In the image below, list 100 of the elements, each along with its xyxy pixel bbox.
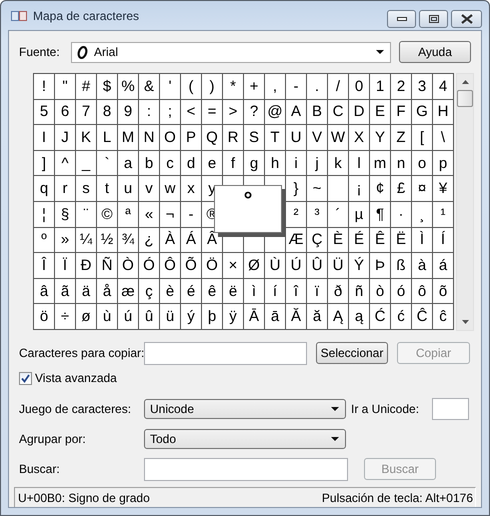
character-cell[interactable]: ¾ (118, 228, 138, 252)
character-cell[interactable]: D (349, 100, 369, 124)
character-cell[interactable]: U (286, 125, 306, 150)
character-cell[interactable]: Á (181, 228, 201, 252)
character-cell[interactable]: 7 (76, 100, 96, 124)
character-cell[interactable]: Ă (286, 304, 306, 329)
character-cell[interactable]: Î (34, 253, 54, 278)
character-cell[interactable]: × (223, 253, 243, 278)
character-cell[interactable]: n (391, 150, 411, 176)
character-cell[interactable]: % (118, 74, 138, 99)
character-cell[interactable]: £ (391, 176, 411, 201)
character-cell[interactable]: E (370, 100, 390, 124)
character-cell[interactable]: Ð (76, 253, 96, 278)
character-cell[interactable]: 4 (433, 74, 453, 99)
character-cell[interactable]: ¦ (34, 202, 54, 227)
character-cell[interactable]: ¡ (349, 176, 369, 201)
character-cell[interactable]: å (97, 278, 117, 304)
character-cell[interactable]: # (76, 74, 96, 99)
character-cell[interactable]: è (160, 278, 180, 304)
character-cell[interactable]: æ (118, 278, 138, 304)
character-cell[interactable]: ] (34, 150, 54, 176)
character-cell[interactable]: ñ (349, 278, 369, 304)
minimize-button[interactable] (387, 10, 416, 28)
character-cell[interactable]: 9 (118, 100, 138, 124)
character-cell[interactable]: Ú (286, 253, 306, 278)
character-cell[interactable]: Ï (55, 253, 75, 278)
character-cell[interactable]: Ù (265, 253, 285, 278)
character-cell[interactable]: m (370, 150, 390, 176)
character-cell[interactable]: ú (118, 304, 138, 329)
character-cell[interactable]: ā (265, 304, 285, 329)
select-button[interactable]: Seleccionar (316, 342, 388, 364)
character-cell[interactable]: ; (160, 100, 180, 124)
character-cell[interactable]: ð (328, 278, 348, 304)
character-cell[interactable]: } (286, 176, 306, 201)
character-cell[interactable]: Ø (244, 253, 264, 278)
character-cell[interactable]: $ (97, 74, 117, 99)
character-cell[interactable]: ç (139, 278, 159, 304)
character-cell[interactable]: À (160, 228, 180, 252)
character-cell[interactable]: ë (223, 278, 243, 304)
character-cell[interactable]: S (244, 125, 264, 150)
character-cell[interactable]: Ì (412, 228, 432, 252)
character-cell[interactable]: Ý (349, 253, 369, 278)
character-cell[interactable]: î (286, 278, 306, 304)
character-cell[interactable]: * (223, 74, 243, 99)
character-cell[interactable]: M (118, 125, 138, 150)
character-cell[interactable]: s (76, 176, 96, 201)
character-cell[interactable]: A (286, 100, 306, 124)
character-cell[interactable]: > (223, 100, 243, 124)
character-cell[interactable]: N (139, 125, 159, 150)
character-cell[interactable]: 5 (34, 100, 54, 124)
character-cell[interactable]: d (181, 150, 201, 176)
character-cell[interactable]: õ (433, 278, 453, 304)
character-cell[interactable]: @ (265, 100, 285, 124)
character-cell[interactable]: X (349, 125, 369, 150)
character-cell[interactable]: < (181, 100, 201, 124)
character-cell[interactable]: ª (118, 202, 138, 227)
character-cell[interactable]: Ë (391, 228, 411, 252)
character-cell[interactable]: Ö (202, 253, 222, 278)
character-cell[interactable]: f (223, 150, 243, 176)
character-cell[interactable]: t (97, 176, 117, 201)
character-cell[interactable]: § (55, 202, 75, 227)
character-cell[interactable]: l (349, 150, 369, 176)
character-cell[interactable]: x (181, 176, 201, 201)
character-cell[interactable]: ê (202, 278, 222, 304)
character-cell[interactable]: P (181, 125, 201, 150)
character-cell[interactable]: ÷ (55, 304, 75, 329)
character-cell[interactable]: ~ (307, 176, 327, 201)
character-cell[interactable]: & (139, 74, 159, 99)
character-cell[interactable]: Q (202, 125, 222, 150)
character-cell[interactable]: Æ (286, 228, 306, 252)
character-cell[interactable]: V (307, 125, 327, 150)
character-cell[interactable]: T (265, 125, 285, 150)
character-cell[interactable]: ĉ (433, 304, 453, 329)
character-cell[interactable]: H (433, 100, 453, 124)
character-cell[interactable]: ý (181, 304, 201, 329)
character-cell[interactable]: â (34, 278, 54, 304)
character-cell[interactable]: p (433, 150, 453, 176)
character-cell[interactable]: u (118, 176, 138, 201)
character-cell[interactable]: r (55, 176, 75, 201)
character-cell[interactable]: + (244, 74, 264, 99)
character-cell[interactable]: Ê (370, 228, 390, 252)
character-cell[interactable]: ô (412, 278, 432, 304)
character-cell[interactable]: Ć (370, 304, 390, 329)
character-cell[interactable]: W (328, 125, 348, 150)
character-cell[interactable]: k (328, 150, 348, 176)
character-cell[interactable]: Ĉ (412, 304, 432, 329)
character-cell[interactable]: Ò (118, 253, 138, 278)
character-cell[interactable]: ³ (307, 202, 327, 227)
character-cell[interactable]: ¼ (76, 228, 96, 252)
character-cell[interactable]: þ (202, 304, 222, 329)
character-cell[interactable]: 6 (55, 100, 75, 124)
copy-field[interactable] (144, 342, 307, 364)
checkbox[interactable] (19, 372, 32, 384)
character-cell[interactable]: . (307, 74, 327, 99)
character-cell[interactable]: - (286, 74, 306, 99)
character-cell[interactable]: _ (76, 150, 96, 176)
character-cell[interactable]: ă (307, 304, 327, 329)
character-cell[interactable]: È (328, 228, 348, 252)
character-cell[interactable]: ¶ (370, 202, 390, 227)
character-cell[interactable]: - (181, 202, 201, 227)
